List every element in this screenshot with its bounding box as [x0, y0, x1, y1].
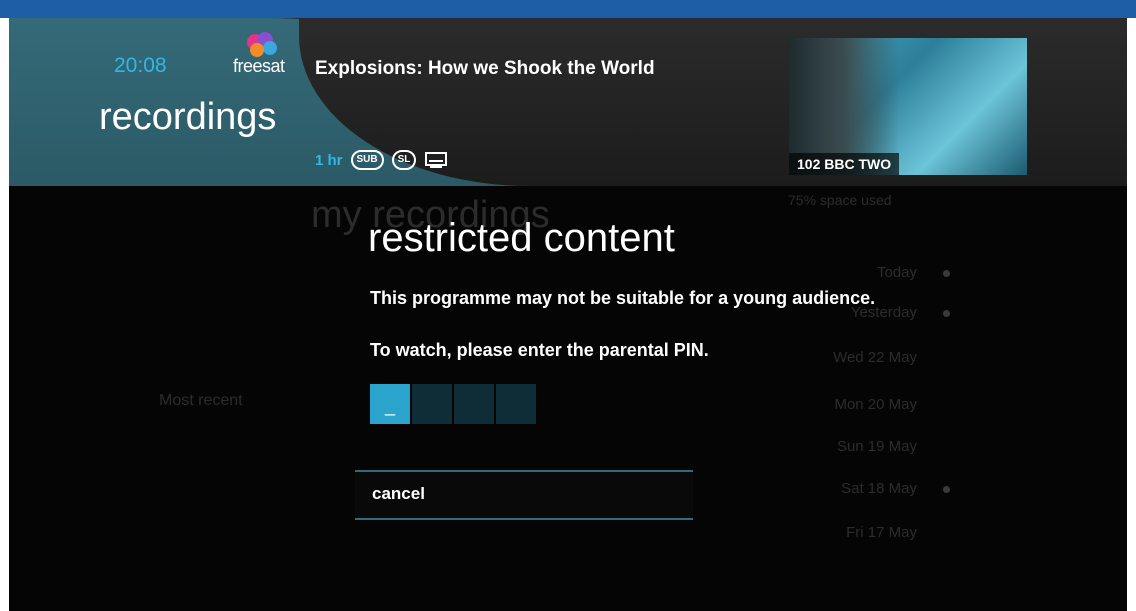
dialog-message: This programme may not be suitable for a… [370, 288, 876, 308]
pin-digit-1[interactable]: _ [370, 384, 410, 424]
list-item-date: Fri 17 May [846, 524, 917, 541]
cancel-label: cancel [372, 484, 425, 503]
new-indicator-icon [943, 486, 950, 493]
sort-label: Most recent [159, 392, 243, 409]
pin-digit-3[interactable] [454, 384, 494, 424]
top-border-bar [0, 0, 1136, 18]
dialog-instruction: To watch, please enter the parental PIN. [370, 340, 709, 360]
brand-name: freesat [233, 56, 285, 76]
programme-title: Explosions: How we Shook the World [315, 58, 655, 79]
section-title: recordings [99, 96, 277, 138]
duration: 1 hr [315, 151, 343, 169]
preview-thumbnail: 102 BBC TWO [789, 38, 1027, 175]
programme-meta: 1 hr SUB SL [315, 149, 448, 171]
subtitles-badge: SUB [350, 150, 384, 170]
tv-screen: 20:08 freesat recordings Explosions: How… [9, 18, 1127, 611]
channel-label: 102 BBC TWO [789, 153, 900, 175]
pin-digit-2[interactable] [412, 384, 452, 424]
list-item-date: Sun 19 May [836, 438, 917, 455]
space-used: 75% space used [788, 192, 892, 208]
freesat-logo-icon [247, 32, 277, 57]
new-indicator-icon [943, 310, 950, 317]
clock: 20:08 [114, 54, 167, 77]
pin-entry[interactable]: _ [370, 384, 536, 424]
new-indicator-icon [943, 270, 950, 277]
pin-digit-4[interactable] [496, 384, 536, 424]
cancel-button[interactable]: cancel [355, 470, 693, 520]
list-item-date: Today [876, 264, 917, 281]
list-item-date: Wed 22 May [833, 349, 917, 366]
dialog-title: restricted content [368, 216, 675, 260]
subtitles-screen-icon [425, 152, 448, 168]
list-item-date: Sat 18 May [841, 480, 917, 497]
header: 20:08 freesat recordings Explosions: How… [9, 18, 1127, 186]
list-item-date: Mon 20 May [834, 396, 917, 413]
sign-language-badge: SL [391, 150, 417, 170]
